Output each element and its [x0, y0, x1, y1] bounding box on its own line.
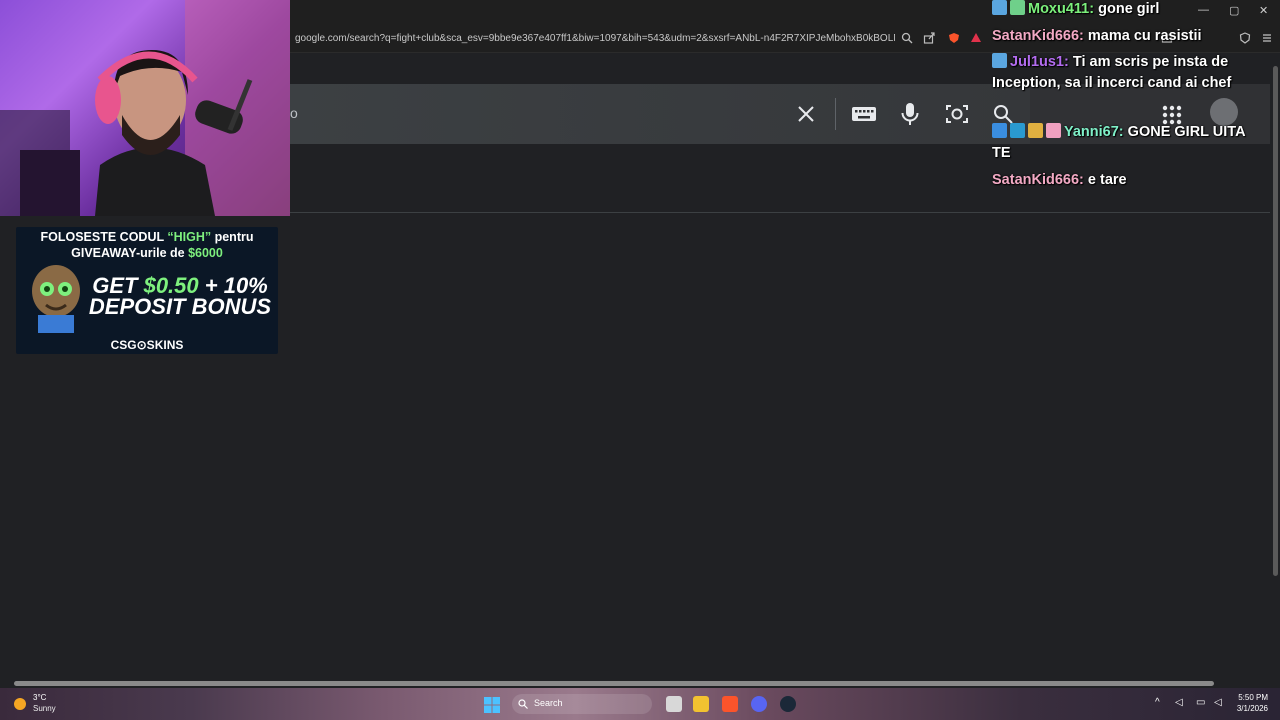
brand-logo: CSG⊙SKINS — [110, 338, 184, 352]
promo-text: GIVEAWAY-urile de — [71, 246, 189, 260]
chat-message: Jul1us1: Ti am scris pe insta de Incepti… — [992, 52, 1262, 94]
crown-badge-icon — [1028, 123, 1043, 138]
promo-offer: GET $0.50 + 10% DEPOSIT BONUS — [82, 275, 278, 319]
microphone-icon[interactable] — [894, 98, 926, 130]
promo-amount: $6000 — [188, 246, 223, 260]
windows-taskbar: 3°C Sunny Search ^ ◁ ▭ ◁ 5:50 PM 3/1/202… — [0, 688, 1280, 720]
brave-shield-icon[interactable] — [945, 31, 963, 49]
search-icon — [518, 699, 528, 709]
chat-username: Moxu411: — [1028, 1, 1095, 17]
gift-badge-icon — [1046, 123, 1061, 138]
webcam-overlay — [0, 0, 290, 216]
file-explorer-icon[interactable] — [693, 696, 709, 712]
chat-message: Moxu411: gone girl — [992, 0, 1262, 20]
horizontal-scroll-thumb[interactable] — [14, 681, 1214, 686]
promo-code: “HIGH” — [167, 230, 212, 244]
mascot-image — [32, 265, 80, 333]
speaker-icon[interactable]: ◁ — [1175, 697, 1183, 708]
zoom-icon[interactable] — [898, 31, 916, 49]
results-divider — [290, 212, 1272, 213]
chat-text: e tare — [1087, 172, 1127, 188]
promo-text: DEPOSIT BONUS — [88, 294, 272, 319]
chat-username: SatanKid666: — [992, 172, 1084, 188]
url-text[interactable]: google.com/search?q=fight+club&sca_esv=9… — [295, 33, 895, 44]
weather-temperature[interactable]: 3°C — [33, 693, 46, 702]
lens-camera-icon[interactable] — [941, 98, 973, 130]
weather-description[interactable]: Sunny — [33, 704, 56, 713]
hammer-badge-icon — [992, 123, 1007, 138]
chevron-up-icon[interactable]: ^ — [1155, 697, 1160, 708]
badge-icon — [992, 53, 1007, 68]
volume-icon[interactable]: ◁ — [1214, 697, 1222, 708]
sponsor-banner: FOLOSESTE CODUL “HIGH” pentru GIVEAWAY-u… — [16, 227, 278, 354]
share-icon[interactable] — [920, 31, 938, 49]
discord-icon[interactable] — [751, 696, 767, 712]
vertical-scrollbar[interactable] — [1270, 56, 1280, 680]
chat-username: SatanKid666: — [992, 28, 1084, 44]
clock-time[interactable]: 5:50 PM — [1238, 693, 1268, 702]
chat-message: SatanKid666: mama cu rasistii — [992, 26, 1262, 47]
chat-text: mama cu rasistii — [1087, 28, 1202, 44]
brave-browser-icon[interactable] — [722, 696, 738, 712]
vertical-scroll-thumb[interactable] — [1273, 66, 1278, 576]
task-view-icon[interactable] — [666, 696, 682, 712]
clear-search-icon[interactable] — [790, 98, 822, 130]
clock-date[interactable]: 3/1/2026 — [1237, 704, 1268, 713]
promo-text: pentru — [211, 230, 254, 244]
horizontal-scrollbar[interactable] — [0, 678, 1272, 688]
chat-username: Yanni67: — [1064, 124, 1124, 140]
months-badge-icon — [1010, 123, 1025, 138]
brave-rewards-icon[interactable] — [967, 31, 985, 49]
sun-icon[interactable] — [14, 698, 26, 710]
chat-message: Yanni67: GONE GIRL UITA TE — [992, 122, 1262, 164]
badge-icon — [992, 0, 1007, 15]
chat-message: SatanKid666: e tare — [992, 170, 1262, 191]
gift-badge-icon — [1010, 0, 1025, 15]
chat-username: Jul1us1: — [1010, 54, 1069, 70]
network-icon[interactable]: ▭ — [1196, 697, 1205, 708]
search-input-text[interactable]: o — [290, 105, 298, 121]
streamer-camera-image — [0, 0, 290, 216]
search-divider — [835, 98, 836, 130]
promo-headline: FOLOSESTE CODUL “HIGH” pentru GIVEAWAY-u… — [16, 227, 278, 261]
taskbar-search-label: Search — [534, 698, 563, 708]
steam-icon[interactable] — [780, 696, 796, 712]
windows-start-icon[interactable] — [484, 697, 500, 713]
promo-text: FOLOSESTE CODUL — [40, 230, 168, 244]
taskbar-search[interactable]: Search — [512, 694, 652, 714]
chat-text: gone girl — [1098, 1, 1160, 17]
keyboard-icon[interactable] — [848, 98, 880, 130]
